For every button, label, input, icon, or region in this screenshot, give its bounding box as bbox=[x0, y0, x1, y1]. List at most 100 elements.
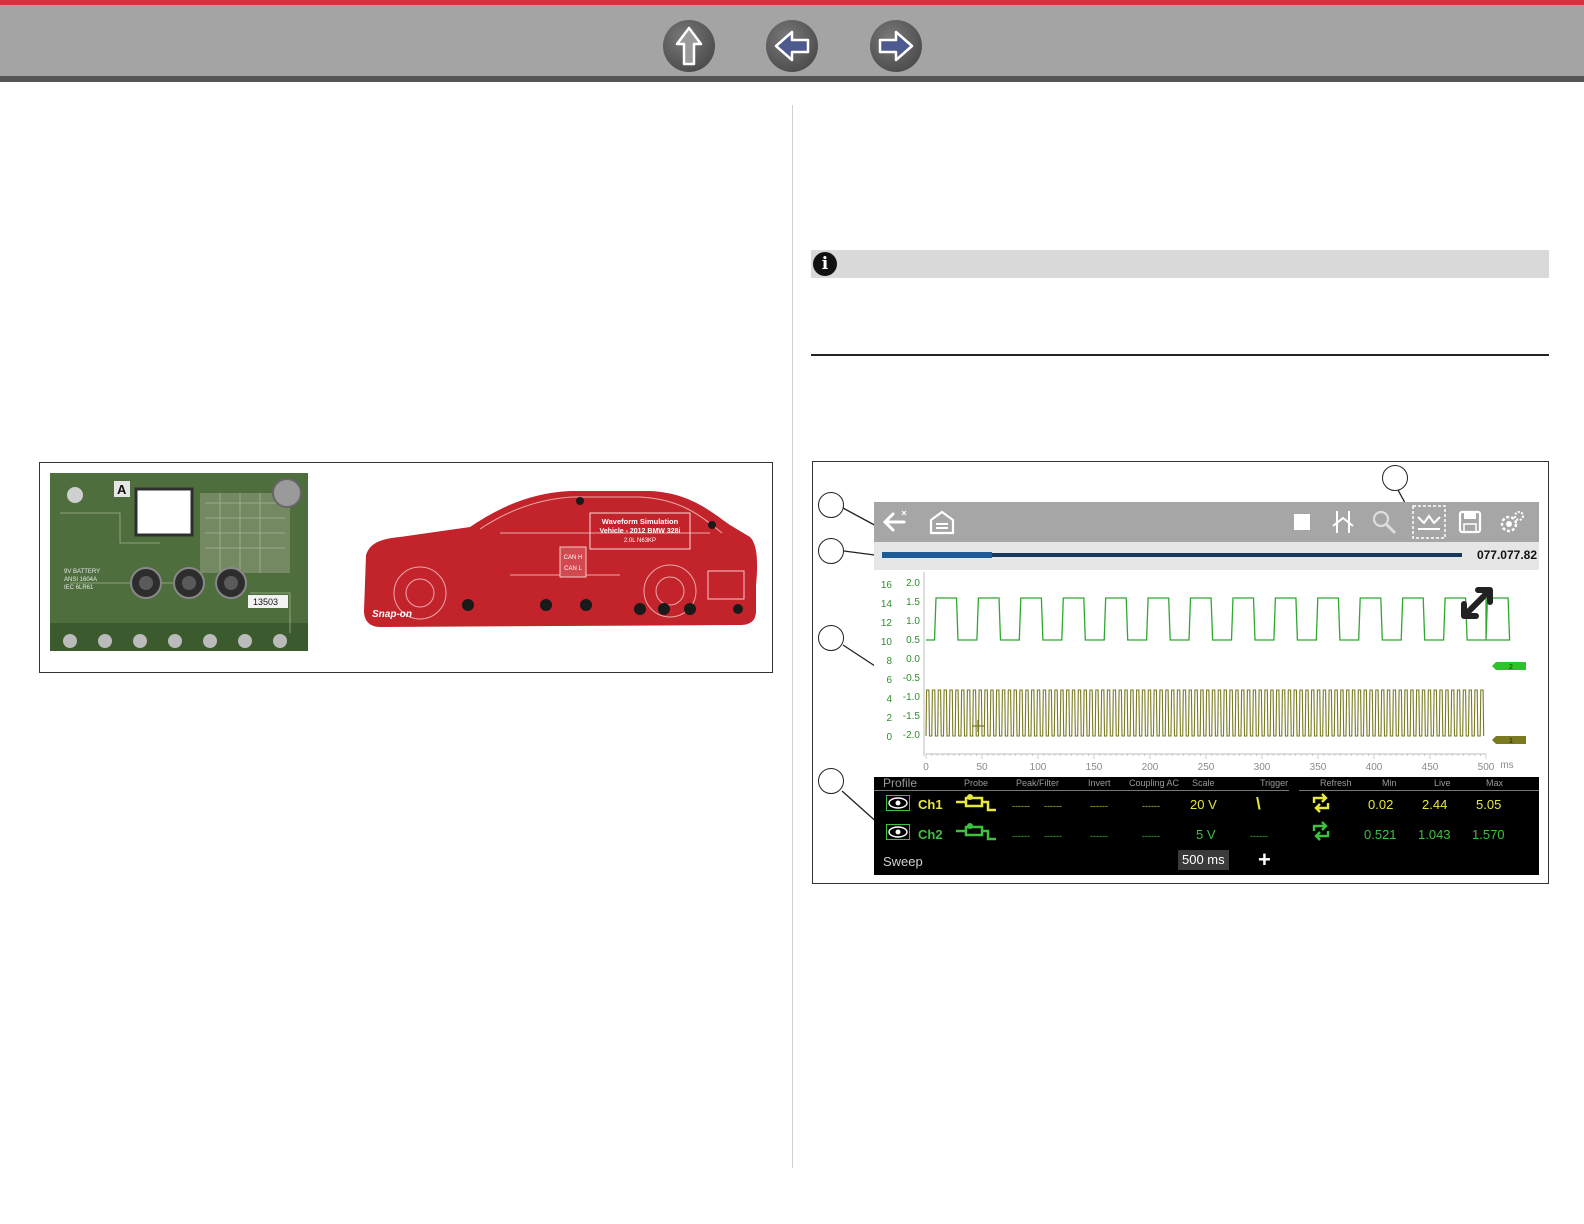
save-icon[interactable] bbox=[1456, 508, 1484, 536]
ch1-filter-value: ------ bbox=[1044, 801, 1062, 811]
ch2-filter-value: ------ bbox=[1044, 831, 1062, 841]
ch2-min: 0.521 bbox=[1364, 827, 1397, 842]
scope-plot-area[interactable]: 16 14 12 10 8 6 4 2 0 2.0 1.5 1.0 0.5 0.0 -0.5 -1.0 -1.… bbox=[874, 570, 1539, 777]
ch1-visibility-eye-icon[interactable] bbox=[886, 795, 910, 811]
column-header: Scale bbox=[1192, 778, 1215, 788]
y-axis-left-tick-label: 10 bbox=[881, 637, 893, 648]
ch1-min: 0.02 bbox=[1368, 797, 1394, 812]
ch1-scale[interactable]: 20 V bbox=[1190, 797, 1217, 812]
column-header: Coupling AC bbox=[1129, 778, 1180, 788]
y-axis-right-tick-label: 1.0 bbox=[906, 616, 920, 627]
callout-circle-5 bbox=[1382, 465, 1408, 491]
y-axis-right-tick-label: 2.0 bbox=[906, 578, 920, 589]
ch1-peak-value: ------ bbox=[1012, 801, 1030, 811]
top-navigation-bar bbox=[0, 0, 1584, 82]
ch2-probe-icon[interactable] bbox=[956, 822, 998, 842]
x-axis-tick-label: 300 bbox=[1254, 762, 1271, 773]
ch2-visibility-eye-icon[interactable] bbox=[886, 824, 910, 840]
x-axis-tick-label: 100 bbox=[1030, 762, 1047, 773]
y-axis-right-tick-label: 0.0 bbox=[906, 654, 920, 665]
battery-label: 9V BATTERY bbox=[64, 569, 100, 575]
ch1-probe-icon[interactable] bbox=[956, 793, 998, 813]
y-axis-left-tick-label: 6 bbox=[886, 675, 892, 686]
buffer-time-readout: 077.077.82 bbox=[1476, 548, 1537, 562]
note-bar: i bbox=[811, 250, 1549, 278]
scope-toolbar bbox=[874, 502, 1539, 542]
ch1-trigger-slope-icon[interactable]: \ bbox=[1256, 794, 1261, 814]
callout-circle-4 bbox=[818, 768, 844, 794]
column-header: Live bbox=[1434, 778, 1451, 788]
callout-circle-1 bbox=[818, 492, 844, 518]
ch2-live: 1.043 bbox=[1418, 827, 1451, 842]
x-axis-tick-label: 500 bbox=[1478, 762, 1495, 773]
channel-table: Profile Probe Peak/Filter Invert Coupling AC… bbox=[874, 776, 1539, 875]
ch1-refresh-icon[interactable] bbox=[1310, 793, 1332, 813]
column-divider bbox=[792, 105, 793, 1168]
back-arrow-icon[interactable] bbox=[766, 20, 818, 72]
ch2-invert-value: ------ bbox=[1090, 831, 1108, 841]
x-axis-tick-label: 0 bbox=[923, 762, 929, 773]
y-axis-right-tick-label: -2.0 bbox=[903, 730, 921, 741]
x-axis-tick-label: 400 bbox=[1366, 762, 1383, 773]
y-axis-right-tick-label: 1.5 bbox=[906, 597, 920, 608]
section-rule bbox=[811, 354, 1549, 356]
ch1-live: 2.44 bbox=[1422, 797, 1448, 812]
column-header: Max bbox=[1486, 778, 1504, 788]
ch2-trigger[interactable]: ------ bbox=[1250, 831, 1268, 841]
sweep-value[interactable]: 500 ms bbox=[1178, 850, 1229, 870]
stop-icon[interactable] bbox=[1288, 508, 1316, 536]
ch2-refresh-icon[interactable] bbox=[1310, 821, 1332, 841]
simulator-figure: A 9V BATTERY ANSI 1604A IEC 6LR61 13503 bbox=[39, 462, 773, 673]
x-axis-unit-label: ms bbox=[1500, 760, 1513, 771]
ch2-peak-value: ------ bbox=[1012, 831, 1030, 841]
cursors-icon[interactable] bbox=[1329, 508, 1357, 536]
x-axis-tick-label: 200 bbox=[1142, 762, 1159, 773]
sweep-add-button[interactable]: + bbox=[1258, 847, 1271, 873]
column-header: Profile bbox=[883, 776, 918, 790]
split-screen-icon[interactable] bbox=[1412, 505, 1446, 539]
column-header: Trigger bbox=[1260, 778, 1289, 788]
y-axis-left-tick-label: 2 bbox=[886, 713, 892, 724]
home-icon[interactable] bbox=[928, 508, 956, 536]
scope-buffer-progress[interactable]: 077.077.82 bbox=[874, 542, 1539, 570]
ch2-label[interactable]: Ch2 bbox=[918, 827, 943, 842]
ch2-marker[interactable]: 2 bbox=[1492, 662, 1526, 671]
board-label-a: A bbox=[117, 482, 127, 497]
up-arrow-icon[interactable] bbox=[663, 20, 715, 72]
zoom-icon[interactable] bbox=[1370, 508, 1398, 536]
brand-logo: Snap-on bbox=[372, 609, 412, 620]
car-title-line3: 2.0L N63KP bbox=[624, 538, 656, 544]
ch2-scale[interactable]: 5 V bbox=[1196, 827, 1216, 842]
y-axis-left-tick-label: 0 bbox=[886, 732, 892, 743]
car-title-line2: Vehicle - 2012 BMW 328i bbox=[600, 528, 681, 535]
x-axis-tick-label: 250 bbox=[1198, 762, 1215, 773]
forward-arrow-icon[interactable] bbox=[870, 20, 922, 72]
y-axis-left-tick-label: 12 bbox=[881, 618, 893, 629]
car-title-line1: Waveform Simulation bbox=[602, 517, 679, 526]
ch1-label[interactable]: Ch1 bbox=[918, 797, 943, 812]
column-header: Refresh bbox=[1320, 778, 1352, 788]
x-axis-tick-label: 450 bbox=[1422, 762, 1439, 773]
buffer-fill bbox=[882, 552, 993, 558]
y-axis-right-tick-label: -1.5 bbox=[903, 711, 921, 722]
y-axis-right-tick-label: 0.5 bbox=[906, 635, 920, 646]
info-icon: i bbox=[813, 252, 837, 276]
ch2-coupling-value: ------ bbox=[1142, 831, 1160, 841]
ch1-marker[interactable]: 1 bbox=[1492, 736, 1526, 745]
callout-circle-3 bbox=[818, 625, 844, 651]
y-axis-left-tick-label: 14 bbox=[881, 599, 893, 610]
board-serial-label: 13503 bbox=[253, 597, 278, 607]
waveform-plot[interactable]: 1614121086420 2.01.51.00.50.0-0.5-1.0-1.… bbox=[874, 570, 1539, 777]
ch2-marker-label: 2 bbox=[1509, 664, 1513, 671]
ch2-max: 1.570 bbox=[1472, 827, 1505, 842]
back-icon[interactable] bbox=[880, 508, 908, 536]
ch1-coupling-value: ------ bbox=[1142, 801, 1160, 811]
sweep-label: Sweep bbox=[883, 854, 923, 869]
y-axis-left-tick-label: 16 bbox=[881, 580, 893, 591]
settings-gear-icon[interactable] bbox=[1498, 508, 1526, 536]
column-header: Probe bbox=[964, 778, 989, 788]
x-axis-tick-label: 150 bbox=[1086, 762, 1103, 773]
x-axis-tick-label: 350 bbox=[1310, 762, 1327, 773]
ch1-marker-label: 1 bbox=[1509, 738, 1513, 745]
y-axis-left-tick-label: 4 bbox=[886, 694, 892, 705]
